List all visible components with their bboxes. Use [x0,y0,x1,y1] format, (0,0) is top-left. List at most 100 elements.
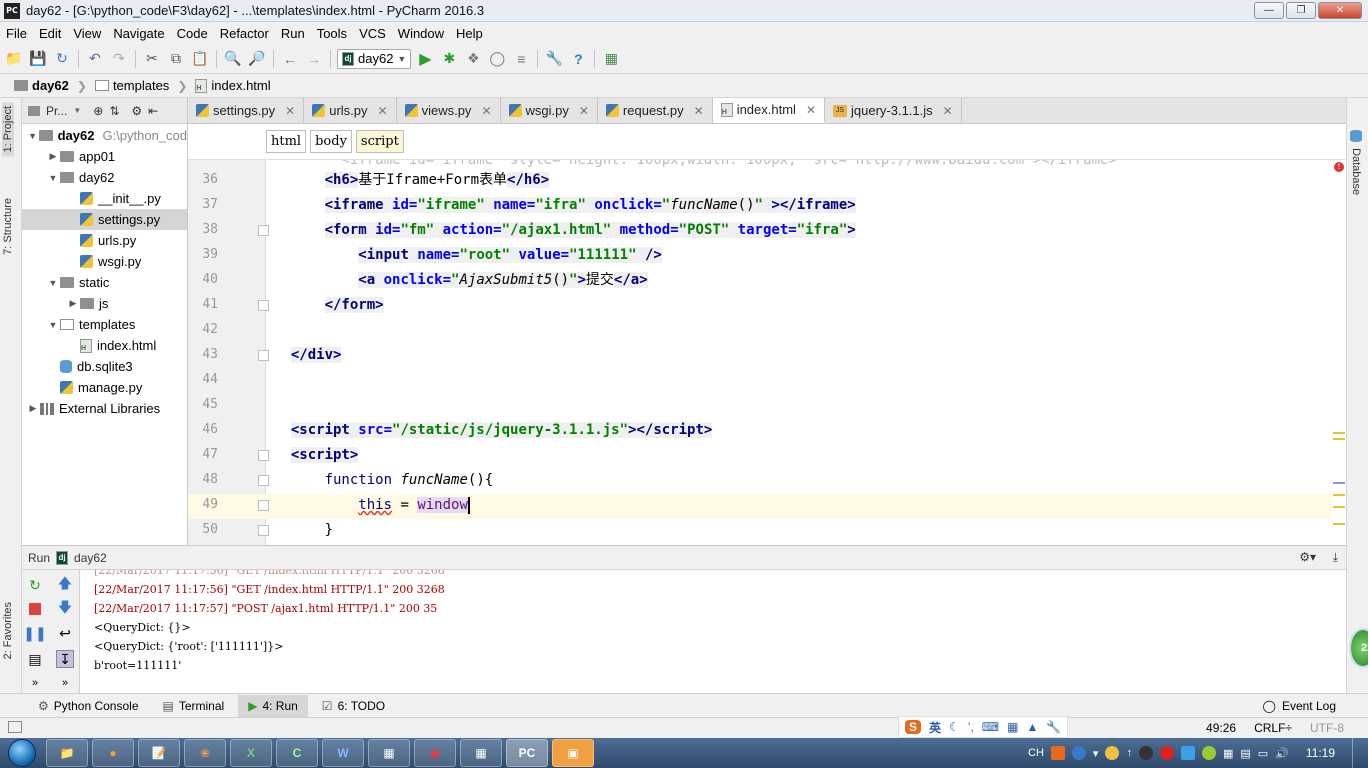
taskbar-notepad-icon[interactable]: 📝 [138,739,180,767]
project-tool-tab[interactable]: 1: Project [2,102,14,157]
start-button[interactable] [0,738,44,768]
collapsed-arrow-icon[interactable]: ▶ [66,298,80,309]
copy-icon[interactable]: ⧉ [166,49,186,69]
scroll-from-source-icon[interactable]: ⊕ [93,104,103,118]
hide-panel-icon[interactable]: ⇤ [148,104,158,118]
stop-icon[interactable] [26,600,44,618]
editor-tab[interactable]: wsgi.py ✕ [501,98,598,123]
structure-tool-tab[interactable]: 7: Structure [2,194,14,259]
debug-icon[interactable]: ✱ [439,49,459,69]
tree-item[interactable]: ▶ External Libraries [22,398,187,419]
editor-tab[interactable]: Hindex.html ✕ [712,98,825,123]
tree-item[interactable]: ▶ app01 [22,146,187,167]
tag-crumb-script[interactable]: script [355,130,404,153]
run-config-select[interactable]: dj day62 ▼ [337,48,412,69]
more-icon[interactable]: » [26,674,44,692]
maximize-button[interactable]: ❐ [1286,2,1316,19]
expanded-arrow-icon[interactable]: ▼ [46,278,60,288]
run-console-output[interactable]: [22/Mar/2017 11:17:56] "GET /index.html … [94,570,1339,694]
hide-panel-icon[interactable]: ⤓ [1333,550,1338,565]
menu-code[interactable]: Code [171,26,214,41]
close-tab-icon[interactable]: ✕ [694,104,704,118]
menu-vcs[interactable]: VCS [353,26,392,41]
close-tab-icon[interactable]: ✕ [285,104,295,118]
line-separator[interactable]: CRLF÷ [1254,721,1292,735]
help-icon[interactable]: ? [568,49,588,69]
save-all-icon[interactable]: 💾 [28,49,48,69]
bottom-tab[interactable]: ▤ Terminal [153,695,235,717]
tray-cloud-icon[interactable] [1105,746,1120,760]
database-tool-tab[interactable]: Database [1350,130,1362,195]
close-tab-icon[interactable]: ✕ [481,104,491,118]
tray-plus-icon[interactable] [1201,746,1216,760]
menu-view[interactable]: View [67,26,107,41]
fold-marker[interactable] [258,350,269,361]
tree-item[interactable]: ▼ day62 [22,167,187,188]
editor-error-stripe[interactable]: ! [1332,160,1346,545]
expanded-arrow-icon[interactable]: ▼ [46,320,60,330]
taskbar-chrome-icon[interactable]: ◉ [414,739,456,767]
forward-icon[interactable]: → [304,49,324,69]
menu-edit[interactable]: Edit [33,26,67,41]
tree-item[interactable]: ▼ templates [22,314,187,335]
editor-tab[interactable]: JS jquery-3.1.1.js ✕ [825,98,962,123]
tray-lang[interactable]: CH [1028,747,1044,759]
scroll-up-icon[interactable]: 🡅 [56,575,74,594]
project-view-select[interactable]: Pr... [46,104,67,118]
bottom-tab[interactable]: ⚙ Python Console [28,695,149,717]
status-layout-icon[interactable] [8,721,22,733]
tree-item[interactable]: urls.py [22,230,187,251]
fold-marker[interactable] [258,500,269,511]
fold-marker[interactable] [258,475,269,486]
collapsed-arrow-icon[interactable]: ▶ [26,403,40,414]
taskbar-explorer-icon[interactable]: 📁 [46,739,88,767]
gear-icon[interactable]: ⚙ [131,104,142,118]
menu-window[interactable]: Window [392,26,450,41]
tree-item[interactable]: __init__.py [22,188,187,209]
tray-help-icon[interactable] [1071,746,1086,760]
breadcrumb-file[interactable]: H index.html [189,78,276,93]
taskbar-c-icon[interactable]: C [276,739,318,767]
tag-crumb-body[interactable]: body [310,130,352,153]
layout-icon[interactable]: ▤ [26,650,44,668]
breadcrumb-project[interactable]: day62 [8,78,75,93]
show-desktop-button[interactable] [1352,738,1362,768]
favorites-tool-tab[interactable]: 2: Favorites [2,598,14,663]
tree-item[interactable]: ▶ js [22,293,187,314]
editor-tab[interactable]: urls.py ✕ [304,98,397,123]
taskbar-firefox-icon[interactable]: ● [92,739,134,767]
find-icon[interactable]: 🔍 [223,49,243,69]
minimize-button[interactable]: — [1254,2,1284,19]
rerun-icon[interactable]: ↻ [26,576,44,594]
vcs-icon[interactable]: ▦ [601,49,621,69]
redo-icon[interactable]: ↷ [109,49,129,69]
ime-toolbar[interactable]: S 英 ☾ ’, ⌨ ▦ ▲ 🔧 [898,716,1069,738]
close-tab-icon[interactable]: ✕ [579,104,589,118]
settings-wrench-icon[interactable]: 🔧 [544,49,564,69]
menu-help[interactable]: Help [450,26,489,41]
tray-qq-icon[interactable] [1138,746,1153,760]
open-folder-icon[interactable]: 📁 [4,49,24,69]
collapsed-arrow-icon[interactable]: ▶ [46,151,60,162]
collapse-all-icon[interactable]: ⇅ [109,104,119,118]
tray-network-icon[interactable]: ▤ [1240,747,1250,760]
concurrency-icon[interactable]: ≡ [511,49,531,69]
expanded-arrow-icon[interactable]: ▼ [26,131,39,141]
fold-marker[interactable] [258,450,269,461]
taskbar-word-icon[interactable]: W [322,739,364,767]
fold-marker[interactable] [258,225,269,236]
file-encoding[interactable]: UTF-8 [1310,721,1344,735]
tray-arrow-icon[interactable]: ▾ [1093,747,1099,760]
taskbar-pycharm-icon[interactable]: PC [506,739,548,767]
more-icon[interactable]: » [56,674,74,692]
coverage-icon[interactable]: ❖ [463,49,483,69]
back-icon[interactable]: ← [280,49,300,69]
scroll-down-icon[interactable]: 🡇 [56,599,74,618]
taskbar-tool-icon[interactable]: ▦ [368,739,410,767]
run-icon[interactable]: ▶ [415,49,435,69]
menu-run[interactable]: Run [275,26,311,41]
tree-item[interactable]: wsgi.py [22,251,187,272]
close-tab-icon[interactable]: ✕ [943,104,953,118]
close-tab-icon[interactable]: ✕ [378,104,388,118]
soft-wrap-icon[interactable]: ↩ [56,624,74,642]
